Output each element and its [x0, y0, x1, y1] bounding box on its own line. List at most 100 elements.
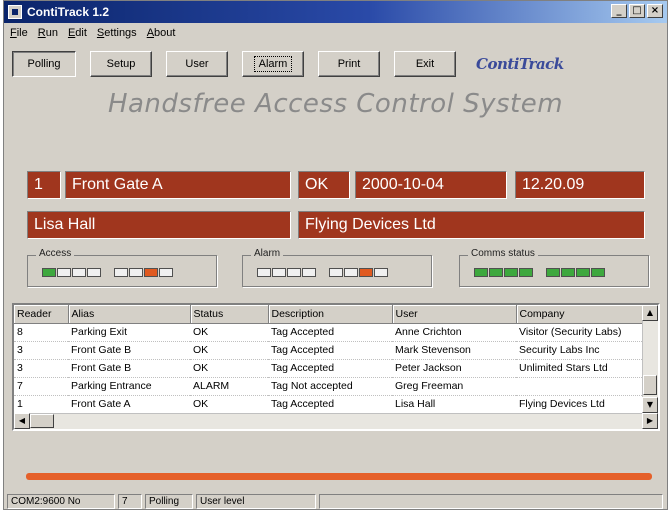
access-label: Access [36, 248, 75, 259]
table-row[interactable]: 1 Front Gate A OK Tag Accepted Lisa Hall… [14, 395, 646, 414]
print-button[interactable]: Print [318, 51, 380, 77]
column-header-user[interactable]: User [392, 305, 517, 324]
cell-company: Flying Devices Ltd [516, 395, 646, 414]
alarm-led-orange [359, 268, 373, 277]
access-group: Access [27, 248, 217, 287]
user-button-label: User [185, 58, 209, 70]
status-spare [319, 493, 663, 509]
company-display: Flying Devices Ltd [298, 211, 645, 239]
cell-alias: Front Gate B [68, 359, 190, 378]
status-count: 7 [118, 493, 142, 509]
column-header-reader[interactable]: Reader [14, 305, 69, 324]
comms-leds [474, 268, 606, 277]
toolbar: Polling Setup User Alarm Print Exit Cont… [12, 47, 660, 81]
column-header-alias[interactable]: Alias [68, 305, 191, 324]
access-led-off [57, 268, 71, 277]
comms-led-green [576, 268, 590, 277]
scroll-up-icon[interactable]: ▲ [642, 305, 658, 321]
status-user-level: User level [196, 493, 316, 509]
cell-reader: 3 [14, 359, 68, 378]
polling-progress-bar [26, 473, 652, 480]
comms-led-green [561, 268, 575, 277]
menu-run[interactable]: Run [38, 27, 58, 39]
column-header-company[interactable]: Company [516, 305, 647, 324]
comms-led-green [474, 268, 488, 277]
setup-button[interactable]: Setup [90, 51, 152, 77]
reader-id-display: 1 [27, 171, 61, 199]
cell-user: Lisa Hall [392, 395, 516, 414]
time-display: 12.20.09 [515, 171, 645, 199]
status-display: OK [298, 171, 350, 199]
access-led-off [159, 268, 173, 277]
table-row[interactable]: 3 Front Gate B OK Tag Accepted Peter Jac… [14, 359, 646, 378]
menu-bar: File Run Edit Settings About [4, 24, 175, 42]
comms-led-green [519, 268, 533, 277]
cell-company: Security Labs Inc [516, 341, 646, 360]
cell-reader: 3 [14, 341, 68, 360]
cell-status: OK [190, 323, 268, 342]
cell-description: Tag Accepted [268, 341, 392, 360]
access-led-off [87, 268, 101, 277]
system-banner: Handsfree Access Control System [107, 89, 564, 119]
comms-group: Comms status [459, 248, 649, 287]
cell-alias: Parking Entrance [68, 377, 190, 396]
vertical-scrollbar[interactable]: ▲ ▼ [642, 305, 658, 413]
minimize-button[interactable]: _ [611, 4, 627, 18]
cell-user: Greg Freeman [392, 377, 516, 396]
polling-button-label: Polling [27, 58, 61, 70]
menu-file[interactable]: File [10, 27, 28, 39]
column-header-status[interactable]: Status [190, 305, 269, 324]
cell-company [516, 377, 646, 396]
cell-status: OK [190, 359, 268, 378]
comms-led-green [504, 268, 518, 277]
event-log-table[interactable]: Reader Alias Status Description User Com… [12, 303, 660, 431]
scroll-down-icon[interactable]: ▼ [642, 397, 658, 413]
title-bar[interactable]: ContiTrack 1.2 _ □ × [4, 1, 667, 23]
cell-user: Mark Stevenson [392, 341, 516, 360]
access-led-off [72, 268, 86, 277]
maximize-button[interactable]: □ [629, 4, 645, 18]
cell-alias: Front Gate A [68, 395, 190, 414]
app-window: ContiTrack 1.2 _ □ × File Run Edit Setti… [3, 0, 668, 510]
table-row[interactable]: 3 Front Gate B OK Tag Accepted Mark Stev… [14, 341, 646, 360]
menu-settings[interactable]: Settings [97, 27, 137, 39]
alarm-button[interactable]: Alarm [242, 51, 304, 77]
access-leds [42, 268, 174, 277]
alias-display: Front Gate A [65, 171, 291, 199]
user-button[interactable]: User [166, 51, 228, 77]
cell-reader: 8 [14, 323, 68, 342]
alarm-led-off [272, 268, 286, 277]
cell-company: Unlimited Stars Ltd [516, 359, 646, 378]
setup-button-label: Setup [106, 58, 136, 70]
cell-reader: 1 [14, 395, 68, 414]
scroll-left-icon[interactable]: ◀ [14, 413, 30, 429]
column-header-description[interactable]: Description [268, 305, 393, 324]
cell-description: Tag Accepted [268, 323, 392, 342]
exit-button[interactable]: Exit [394, 51, 456, 77]
menu-about[interactable]: About [147, 27, 176, 39]
horizontal-scrollbar[interactable]: ◀ ▶ [14, 413, 658, 429]
polling-button[interactable]: Polling [12, 51, 76, 77]
cell-reader: 7 [14, 377, 68, 396]
comms-led-green [546, 268, 560, 277]
contitrack-logo: ContiTrack [476, 55, 564, 73]
user-display: Lisa Hall [27, 211, 291, 239]
cell-alias: Front Gate B [68, 341, 190, 360]
alarm-led-off [374, 268, 388, 277]
table-row[interactable]: 7 Parking Entrance ALARM Tag Not accepte… [14, 377, 646, 396]
vertical-scroll-thumb[interactable] [643, 375, 657, 395]
cell-alias: Parking Exit [68, 323, 190, 342]
horizontal-scroll-thumb[interactable] [30, 414, 54, 428]
cell-description: Tag Accepted [268, 395, 392, 414]
scroll-right-icon[interactable]: ▶ [642, 413, 658, 429]
table-row[interactable]: 8 Parking Exit OK Tag Accepted Anne Cric… [14, 323, 646, 342]
cell-user: Anne Crichton [392, 323, 516, 342]
cell-status: OK [190, 395, 268, 414]
print-button-label: Print [337, 58, 361, 70]
access-led-orange [144, 268, 158, 277]
alarm-led-off [329, 268, 343, 277]
close-button[interactable]: × [647, 4, 663, 18]
menu-edit[interactable]: Edit [68, 27, 87, 39]
cell-description: Tag Accepted [268, 359, 392, 378]
cell-description: Tag Not accepted [268, 377, 392, 396]
